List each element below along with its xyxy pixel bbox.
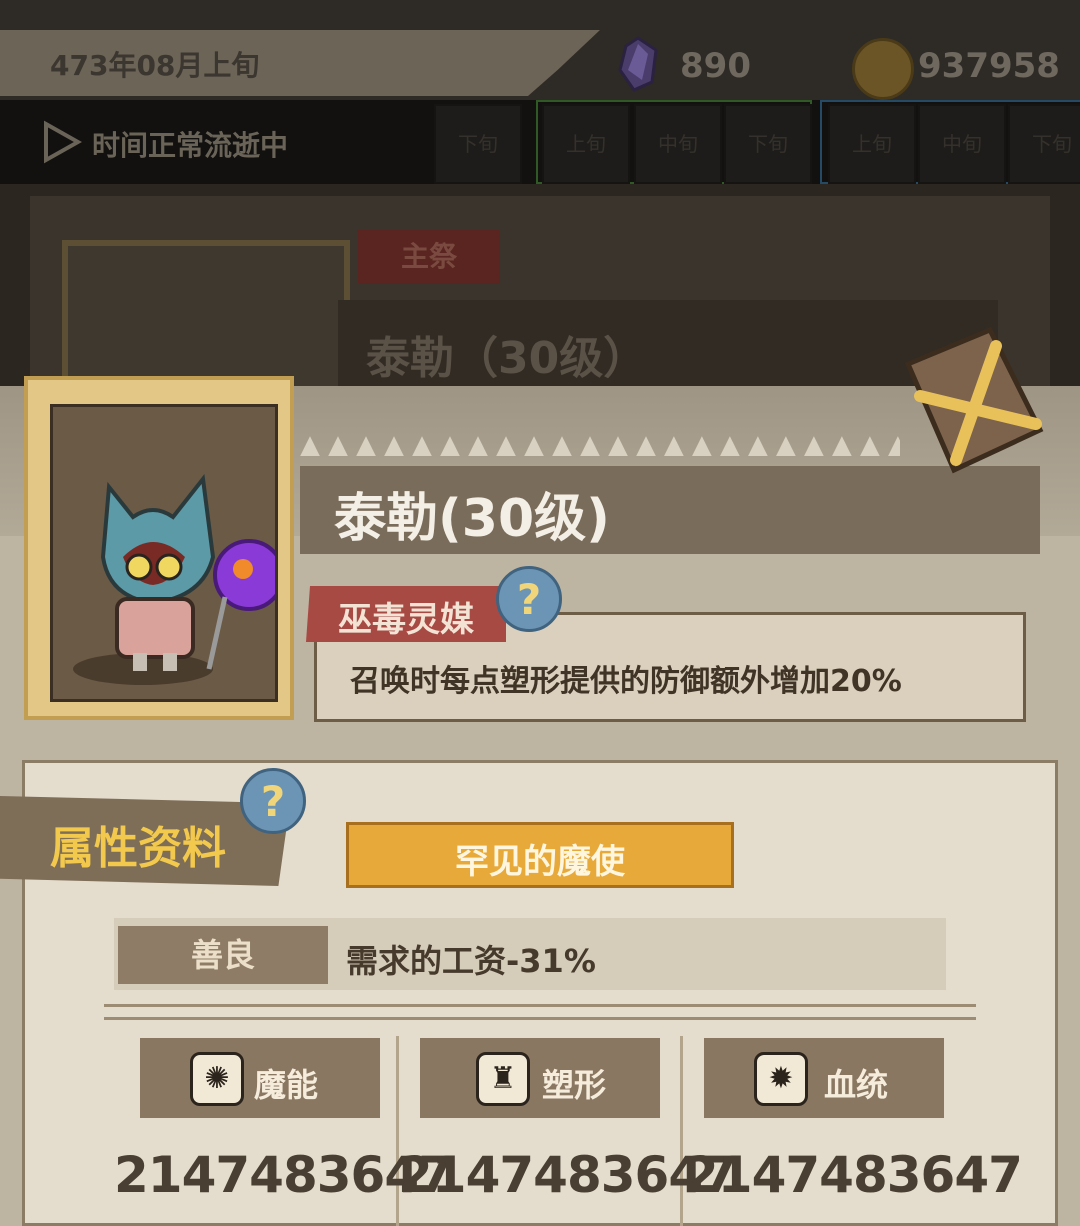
time-slot[interactable]: 上旬	[828, 104, 916, 184]
stat-label-blood: 血统	[824, 1066, 889, 1104]
play-icon[interactable]	[42, 120, 82, 164]
background-name: 泰勒（30级）	[366, 333, 648, 384]
alignment-tag: 善良	[118, 926, 328, 984]
stat-header-shape	[420, 1038, 660, 1118]
section-divider	[104, 1004, 976, 1020]
blood-gear-icon: ✹	[754, 1052, 808, 1106]
trait-description: 召唤时每点塑形提供的防御额外增加20%	[350, 664, 902, 699]
gem-count: 890	[680, 46, 751, 86]
character-sprite-icon	[73, 474, 285, 685]
background-role-tag: 主祭	[358, 230, 500, 284]
time-slot[interactable]: 下旬	[1008, 104, 1080, 184]
rank-label: 罕见的魔使	[455, 842, 625, 882]
attribute-help-icon[interactable]: ?	[240, 768, 306, 834]
decorative-zigzag: ▲▲▲▲▲▲▲▲▲▲▲▲▲▲▲▲▲▲▲▲▲▲	[300, 430, 900, 456]
game-date: 473年08月上旬	[50, 49, 260, 82]
time-slot[interactable]: 下旬	[724, 104, 812, 184]
attribute-title: 属性资料	[50, 823, 226, 874]
alignment-effect: 需求的工资-31%	[346, 942, 596, 980]
crossed-swords-close-icon[interactable]	[890, 320, 1050, 490]
gold-coin-icon	[852, 38, 914, 100]
character-name: 泰勒(30级)	[334, 489, 610, 549]
stat-value-blood: 2147483647	[684, 1146, 1023, 1204]
torso-icon: ♜	[476, 1052, 530, 1106]
stat-label-magic: 魔能	[254, 1066, 319, 1104]
gold-count: 937958	[918, 46, 1060, 86]
time-slot[interactable]: 下旬	[434, 104, 522, 184]
magic-orb-icon: ✺	[190, 1052, 244, 1106]
character-portrait	[50, 404, 285, 702]
time-slot[interactable]: 中旬	[634, 104, 722, 184]
trait-help-icon[interactable]: ?	[496, 566, 562, 632]
trait-name: 巫毒灵媒	[338, 600, 474, 640]
time-slot[interactable]: 中旬	[918, 104, 1006, 184]
time-status: 时间正常流逝中	[92, 129, 289, 162]
gem-icon	[618, 36, 658, 92]
time-slot[interactable]: 上旬	[542, 104, 630, 184]
stat-label-shape: 塑形	[542, 1066, 607, 1104]
